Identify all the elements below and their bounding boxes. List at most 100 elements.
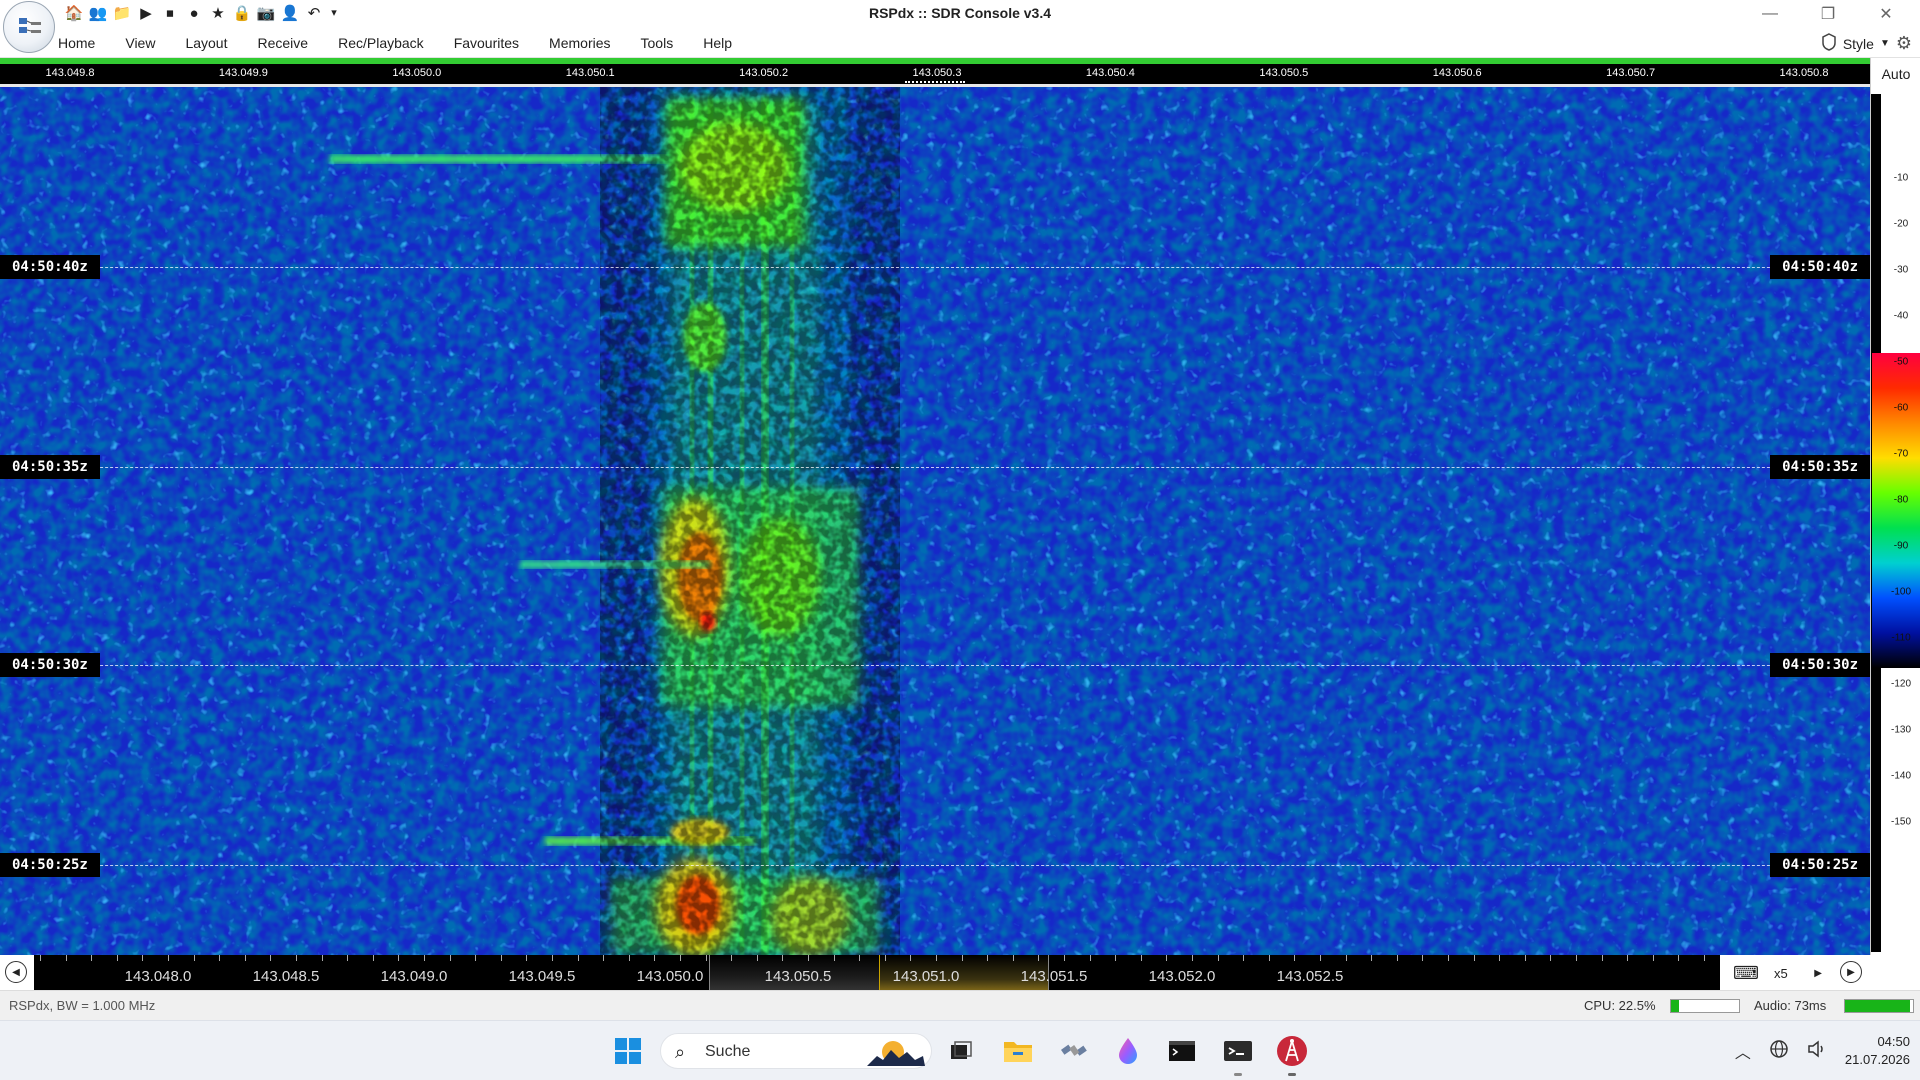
bottom-minor-tick [1601, 955, 1603, 961]
keyboard-button[interactable]: ⌨ [1728, 961, 1764, 985]
zoom-value: x5 [1774, 965, 1788, 981]
undo-icon[interactable]: ↶ [304, 3, 324, 23]
db-scale[interactable]: Auto -10 -20 -30 -40 -50 -60 -70 -80 -90 -100 -110… [1870, 58, 1920, 955]
qat-dropdown-icon[interactable]: ▾ [328, 3, 340, 23]
menu-home[interactable]: Home [58, 35, 95, 51]
bottom-minor-tick [116, 955, 118, 961]
clock-date: 21.07.2026 [1844, 1052, 1910, 1067]
chevron-left-icon: ◀ [12, 966, 20, 978]
waterfall-image [0, 87, 1870, 955]
top-ruler-tick: 143.050.3 [912, 67, 962, 79]
bottom-minor-tick [731, 955, 733, 961]
bottom-minor-tick [705, 955, 707, 961]
menu-favourites[interactable]: Favourites [454, 35, 519, 51]
bottom-minor-tick [193, 955, 195, 961]
bottom-minor-tick [577, 955, 579, 961]
menu-help[interactable]: Help [703, 35, 732, 51]
bottom-minor-tick [321, 955, 323, 961]
volume-icon[interactable] [1807, 1039, 1827, 1063]
home-icon[interactable]: 🏠 [64, 3, 84, 23]
top-ruler-tick: 143.050.6 [1432, 67, 1482, 79]
waterfall-display[interactable]: 04:50:40z 04:50:40z 04:50:35z 04:50:35z 04:5… [0, 87, 1870, 955]
star-icon[interactable]: ★ [208, 3, 228, 23]
satellite-app-button[interactable] [1058, 1035, 1090, 1067]
bottom-frequency-bar: ◀ 143.048.0 143.048.5 143.049.0 143.049.5 14… [0, 955, 1920, 990]
stop-icon[interactable]: ⏹ [160, 3, 180, 23]
bottom-minor-tick [1678, 955, 1680, 961]
bottom-minor-tick [628, 955, 630, 961]
play-icon[interactable]: ▶ [136, 3, 156, 23]
scroll-right-button[interactable]: ▶ [1840, 961, 1862, 983]
chevron-up-icon[interactable]: ︿ [1735, 1039, 1751, 1063]
bottom-frequency-ruler[interactable]: 143.048.0 143.048.5 143.049.0 143.049.5 143.… [34, 955, 1720, 990]
chevron-right-circle-icon: ▶ [1847, 966, 1855, 978]
scale-tick: -80 [1893, 494, 1909, 506]
time-label-right: 04:50:25z [1770, 853, 1870, 877]
menu-rec-playback[interactable]: Rec/Playback [338, 35, 424, 51]
minimize-button[interactable]: — [1742, 0, 1798, 28]
bottom-minor-tick [1448, 955, 1449, 961]
center-marker [905, 81, 965, 83]
terminal-app-button[interactable] [1222, 1035, 1254, 1067]
sdr-console-button[interactable] [1276, 1035, 1308, 1067]
bottom-minor-tick [1064, 955, 1065, 961]
bottom-ruler-tick: 143.050.0 [636, 968, 704, 985]
bottom-minor-tick [1627, 955, 1629, 961]
bottom-minor-tick [372, 955, 374, 961]
scale-tick: -50 [1893, 356, 1909, 368]
zoom-selector[interactable]: x5 ▶ [1768, 961, 1828, 985]
bottom-minor-tick [808, 955, 809, 961]
time-label-left: 04:50:35z [0, 455, 100, 479]
network-icon[interactable] [1769, 1039, 1789, 1064]
menu-layout[interactable]: Layout [185, 35, 227, 51]
menu-receive[interactable]: Receive [258, 35, 309, 51]
users-icon[interactable]: 👥 [88, 3, 108, 23]
top-ruler-tick: 143.049.8 [45, 67, 95, 79]
cpu-status: CPU: 22.5% [1584, 998, 1656, 1013]
terminal-icon [1169, 1041, 1195, 1061]
application-menu-button[interactable] [3, 1, 55, 53]
drop-app-button[interactable] [1112, 1035, 1144, 1067]
person-icon[interactable]: 👤 [280, 3, 300, 23]
bottom-minor-tick [552, 955, 553, 961]
scale-tick: -40 [1893, 310, 1909, 322]
start-button[interactable] [612, 1035, 644, 1067]
folder-icon[interactable]: 📁 [112, 3, 132, 23]
settings-gear-icon[interactable]: ⚙ [1896, 33, 1912, 54]
bottom-minor-tick [1550, 955, 1552, 961]
file-explorer-button[interactable] [1002, 1035, 1034, 1067]
time-label-left: 04:50:40z [0, 255, 100, 279]
scale-color-gradient [1872, 353, 1920, 668]
console-app-button[interactable] [1166, 1035, 1198, 1067]
cpu-meter [1670, 999, 1740, 1013]
style-label: Style [1842, 35, 1874, 52]
bottom-minor-tick [1473, 955, 1475, 961]
style-selector[interactable]: Style ▼ ⚙ [1821, 33, 1912, 54]
bottom-minor-tick [1012, 955, 1014, 961]
restore-button[interactable]: ❐ [1800, 0, 1856, 28]
bottom-minor-tick [1576, 955, 1577, 961]
menu-memories[interactable]: Memories [549, 35, 610, 51]
menu-view[interactable]: View [125, 35, 155, 51]
bottom-ruler-tick: 143.052.5 [1276, 968, 1344, 985]
bottom-ruler-tick: 143.052.0 [1148, 968, 1216, 985]
close-button[interactable]: ✕ [1858, 0, 1914, 28]
scale-auto-button[interactable]: Auto [1871, 66, 1920, 82]
time-gridline [0, 267, 1870, 268]
clock[interactable]: 04:50 21.07.2026 [1845, 1033, 1910, 1069]
camera-icon[interactable]: 📷 [256, 3, 276, 23]
top-frequency-ruler[interactable]: 143.049.8 143.049.9 143.050.0 143.050.1 143.… [0, 64, 1870, 84]
scroll-left-button[interactable]: ◀ [5, 961, 27, 983]
menu-bar: Home View Layout Receive Rec/Playback Fa… [0, 28, 1920, 58]
task-view-button[interactable] [945, 1035, 977, 1067]
menu-tools[interactable]: Tools [641, 35, 674, 51]
record-icon[interactable]: ● [184, 3, 204, 23]
bottom-ruler-tick: 143.048.5 [252, 968, 320, 985]
top-ruler-tick: 143.050.1 [565, 67, 615, 79]
scale-tick: -100 [1890, 586, 1911, 598]
taskbar-search[interactable]: ⌕ Suche [660, 1033, 932, 1069]
bottom-minor-tick [1192, 955, 1193, 961]
bottom-minor-tick [1268, 955, 1270, 961]
lock-icon[interactable]: 🔒 [232, 3, 252, 23]
title-bar: 🏠 👥 📁 ▶ ⏹ ● ★ 🔒 📷 👤 ↶ ▾ RSPdx :: SDR Console v3.4 —… [0, 0, 1920, 53]
